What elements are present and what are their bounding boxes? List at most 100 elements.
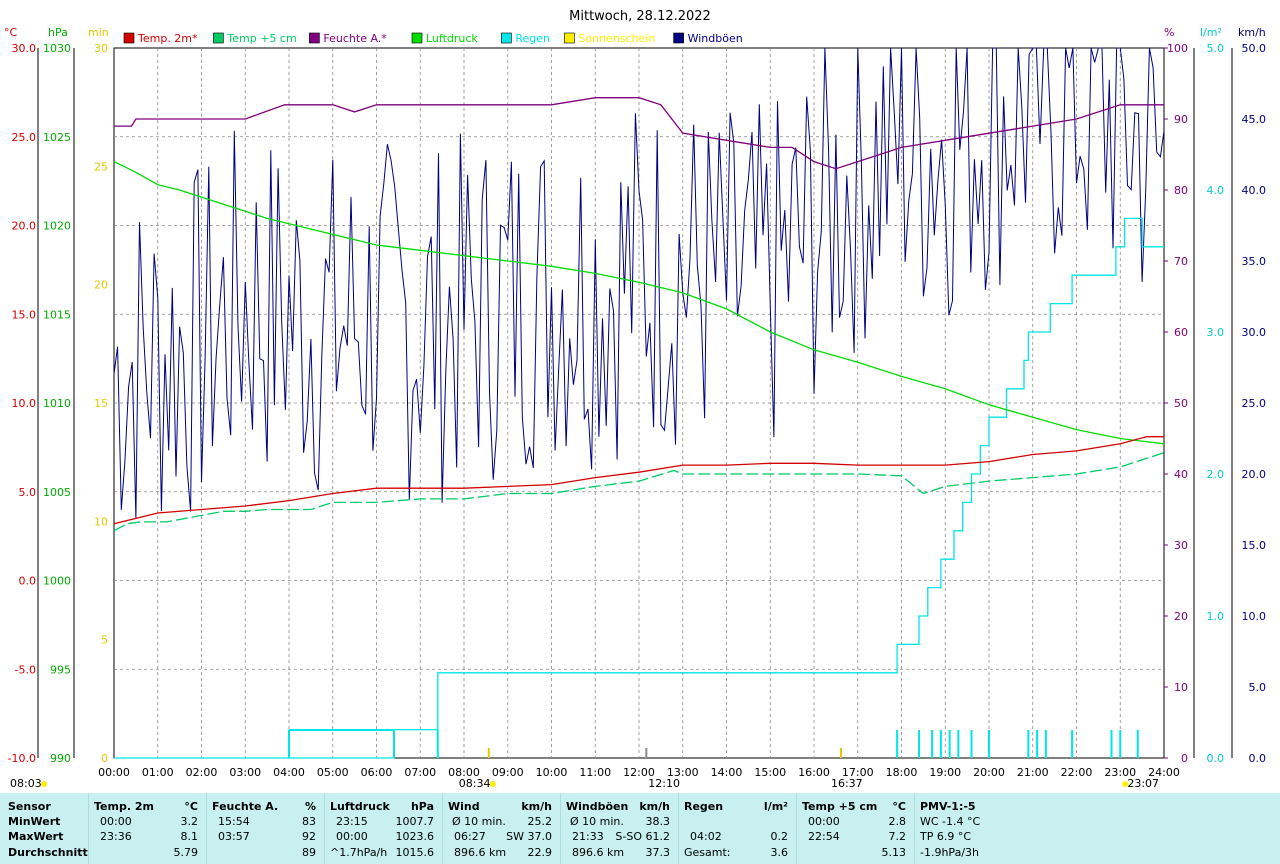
x-tick-label: 14:00 [711,766,743,779]
sunrise-icon [41,781,47,787]
wind-avg10-label: Ø 10 min. [452,815,506,828]
humidity-tick-label: 30 [1174,539,1188,552]
wind-unit: km/h [521,800,552,813]
rain-tick-label: 3.0 [1207,326,1225,339]
humidity-max-time: 03:57 [218,830,250,843]
sunrise-time: 08:03 [10,777,42,790]
table-separator [324,793,325,864]
x-tick-label: 10:00 [536,766,568,779]
row-label: Durchschnitt [8,846,88,859]
pressure-tick-label: 1000 [43,575,71,588]
x-tick-label: 01:00 [142,766,174,779]
gust-avg10: 38.3 [645,815,671,828]
temp5cm-header: Temp +5 cm [802,800,878,813]
legend-item: Luftdruck [411,32,478,45]
row-label: MaxWert [8,830,64,843]
pressure-max-time: 00:00 [336,830,368,843]
temp-tick-label: -5.0 [15,663,36,676]
wind-tick-label: 50.0 [1242,42,1267,55]
wind-tick-label: 0.0 [1249,752,1267,765]
temp-tick-label: 20.0 [12,220,37,233]
legend-item: Temp. 2m* [123,32,198,45]
table-separator [560,793,561,864]
temp-axis-unit: °C [4,26,18,39]
pressure-tick-label: 1015 [43,308,71,321]
x-tick-label: 22:00 [1061,766,1093,779]
wind-distance: 896.6 km [454,846,507,859]
humidity-axis-unit: % [1164,26,1174,39]
wind-avg: 22.9 [527,846,553,859]
x-tick-label: 19:00 [929,766,961,779]
wind-tick-label: 15.0 [1242,539,1267,552]
legend-swatch [564,32,575,44]
legend-swatch [213,32,224,44]
wind-tick-label: 45.0 [1242,113,1267,126]
rain-total-label: Gesamt: [684,846,731,859]
x-tick-label: 09:00 [492,766,524,779]
pressure-unit: hPa [410,800,434,813]
temp2m-max: 8.1 [180,830,199,843]
temp-tick-label: 25.0 [12,131,37,144]
temp-tick-label: 0.0 [19,575,37,588]
sun-start-time: 08:34 [459,777,491,790]
temp2m-min-time: 00:00 [100,815,132,828]
legend-label: Temp +5 cm [226,32,296,45]
temp5cm-max-time: 22:54 [808,830,840,843]
weather-chart-page: Mittwoch, 28.12.2022 °C hPa min 30.0 1030 25.… [0,0,1280,864]
moon-time: 23:07 [1127,777,1159,790]
gust-avg: 37.3 [645,846,671,859]
temp-tick-label: 10.0 [12,397,37,410]
table-separator [206,793,207,864]
humidity-tick-label: 100 [1167,42,1188,55]
pressure-tick-label: 995 [50,663,71,676]
wind-tick-label: 30.0 [1242,326,1267,339]
pressure-tick-label: 990 [50,752,71,765]
rain-tick-label: 0.0 [1207,752,1225,765]
sun-tick-label: 15 [94,397,108,410]
legend-swatch [309,32,320,44]
rain-axis-unit: l/m² [1200,26,1222,39]
table-separator [678,793,679,864]
humidity-tick-label: 40 [1174,468,1188,481]
pmv-header: PMV-1:-5 [920,800,976,813]
wind-tick-label: 40.0 [1242,184,1267,197]
humidity-unit: % [304,800,316,813]
humidity-tick-label: 60 [1174,326,1188,339]
legend-label: Temp. 2m* [137,32,198,45]
statistics-table: Sensor MinWert MaxWert Durchschnitt Temp. 2m… [0,793,1280,864]
legend-swatch [123,32,135,44]
rain-header: Regen [684,800,724,813]
x-tick-label: 20:00 [973,766,1005,779]
temp5cm-unit: °C [892,800,906,813]
legend-label: Sonnenschein [578,32,655,45]
humidity-tick-label: 50 [1174,397,1188,410]
rain-tick-label: 5.0 [1207,42,1225,55]
humidity-min: 83 [302,815,316,828]
wind-tick-label: 5.0 [1249,681,1267,694]
humidity-min-time: 15:54 [218,815,250,828]
legend-swatch [411,32,423,44]
temp2m-max-time: 23:36 [100,830,132,843]
row-label: MinWert [8,815,61,828]
wind-max: SW 37.0 [506,830,552,843]
pressure-tick-label: 1005 [43,486,71,499]
x-axis: 00:00 01:00 02:00 03:00 04:00 05:00 06:00 07:00… [98,766,1180,779]
temp-tick-label: -10.0 [8,752,36,765]
legend-swatch [673,32,684,44]
temp2m-unit: °C [184,800,198,813]
pressure-axis-unit: hPa [48,26,68,39]
temp-tick-label: 5.0 [19,486,37,499]
sun-icon [489,781,496,787]
humidity-tick-label: 10 [1174,681,1188,694]
table-separator [796,793,797,864]
humidity-avg: 89 [302,846,316,859]
chart-legend: Temp. 2m* Temp +5 cm Feuchte A.* Luftdruck R… [123,32,743,45]
x-tick-label: 05:00 [317,766,349,779]
pressure-min-time: 23:15 [336,815,368,828]
x-tick-label: 07:00 [404,766,436,779]
pressure-tick-label: 1010 [43,397,71,410]
legend-swatch [501,32,512,44]
sun-tick-label: 30 [94,42,108,55]
gust-max-time: 21:33 [572,830,604,843]
humidity-tick-label: 70 [1174,255,1188,268]
